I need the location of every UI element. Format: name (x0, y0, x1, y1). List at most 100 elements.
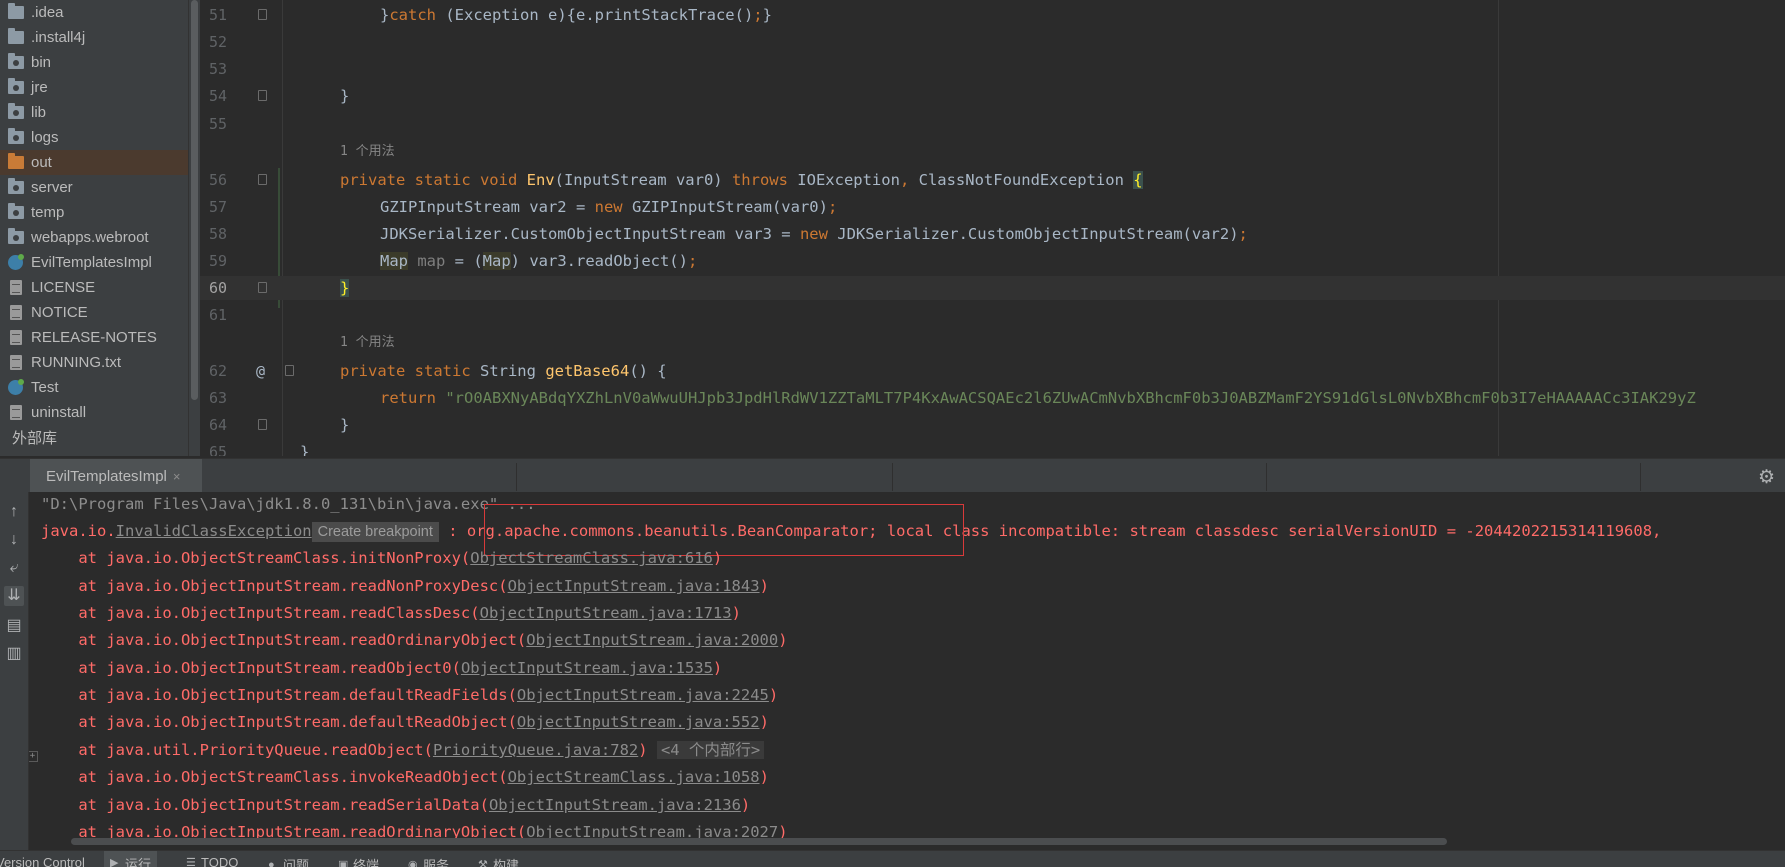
tree-scrollbar[interactable] (188, 0, 200, 456)
tree-item-jre[interactable]: jre (0, 75, 188, 100)
folder-icon (8, 231, 24, 244)
scroll-down-icon[interactable]: ↓ (4, 530, 24, 550)
scroll-up-icon[interactable]: ↑ (4, 502, 24, 522)
source-link[interactable]: ObjectInputStream.java:2245 (517, 686, 769, 704)
tree-item-temp[interactable]: temp (0, 200, 188, 225)
tree-item-test[interactable]: Test (0, 375, 188, 400)
tree-item-idea[interactable]: .idea (0, 0, 188, 25)
console-horizontal-scrollbar[interactable] (71, 838, 1447, 845)
fold-icon[interactable] (258, 282, 267, 293)
tab-run-eviltemplatesimpl[interactable]: EvilTemplatesImpl × (30, 459, 202, 493)
tool-problems[interactable]: ●问题 (268, 855, 309, 867)
stack-frame: at java.io.ObjectStreamClass.invokeReadO… (41, 764, 769, 791)
folder-icon (8, 81, 24, 94)
tool-label: 问题 (283, 855, 309, 867)
source-link[interactable]: ObjectStreamClass.java:1058 (508, 768, 760, 786)
tool-window-bar: Version Control ▶运行 ☰TODO ●问题 ▣终端 ◉服务 ⚒构… (0, 850, 1785, 867)
code-token: map (417, 252, 445, 270)
source-link[interactable]: ObjectInputStream.java:2000 (526, 631, 778, 649)
trash-icon[interactable]: ▥ (4, 644, 24, 664)
frame-text: at java.io.ObjectStreamClass.invokeReadO… (41, 768, 508, 786)
code-line[interactable]: 55 (200, 112, 1785, 136)
code-line[interactable]: 51 }catch (Exception e){e.printStackTrac… (200, 3, 1785, 27)
code-line[interactable]: 64 } (200, 413, 1785, 437)
source-link[interactable]: ObjectInputStream.java:1713 (480, 604, 732, 622)
usage-hint-line[interactable]: 1 个用法 (200, 331, 1785, 355)
expand-icon[interactable]: + (29, 751, 38, 762)
create-breakpoint-tooltip[interactable]: Create breakpoint (312, 522, 439, 542)
code-line[interactable]: 54 } (200, 84, 1785, 108)
code-token: getBase64 (545, 362, 629, 380)
tree-item-out[interactable]: out (0, 150, 188, 175)
usage-hint-line[interactable]: 1 个用法 (200, 140, 1785, 164)
frame-text: at java.io.ObjectStreamClass.initNonProx… (41, 549, 470, 567)
tree-item-external-libraries[interactable]: 外部库 (0, 425, 188, 450)
code-line-current[interactable]: 60 } (200, 276, 1785, 300)
tree-item-notice[interactable]: NOTICE (0, 300, 188, 325)
source-link[interactable]: PriorityQueue.java:782 (433, 741, 638, 759)
tree-item-eviltemplatesimpl[interactable]: EvilTemplatesImpl (0, 250, 188, 275)
code-line[interactable]: 53 (200, 57, 1785, 81)
fold-icon[interactable] (258, 174, 267, 185)
code-line[interactable]: 61 (200, 303, 1785, 327)
tree-item-webapps-webroot[interactable]: webapps.webroot (0, 225, 188, 250)
close-icon[interactable]: × (173, 469, 181, 484)
tool-label: 运行 (125, 854, 151, 867)
tree-item-release-notes[interactable]: RELEASE-NOTES (0, 325, 188, 350)
line-number: 54 (200, 84, 227, 108)
code-token (408, 252, 417, 270)
print-icon[interactable]: ▤ (4, 616, 24, 636)
code-line[interactable]: 56 private static void Env(InputStream v… (200, 168, 1785, 192)
divider (516, 463, 517, 491)
fold-icon[interactable] (285, 365, 294, 376)
source-link[interactable]: ObjectInputStream.java:552 (517, 713, 760, 731)
exception-class-link[interactable]: InvalidClassException (116, 522, 312, 540)
source-link[interactable]: ObjectStreamClass.java:616 (470, 549, 713, 567)
tree-item-license[interactable]: LICENSE (0, 275, 188, 300)
override-marker-icon[interactable]: @ (256, 359, 265, 383)
tool-run[interactable]: ▶运行 (104, 851, 157, 867)
tree-item-uninstall[interactable]: uninstall (0, 400, 188, 425)
tree-item-install4j[interactable]: .install4j (0, 25, 188, 50)
tree-scrollbar-thumb[interactable] (191, 0, 198, 400)
fold-icon[interactable] (258, 9, 267, 20)
code-line[interactable]: 65 } (200, 440, 1785, 456)
line-number: 57 (200, 195, 227, 219)
usage-hint[interactable]: 1 个用法 (340, 140, 395, 164)
tree-item-label: 外部库 (12, 427, 57, 448)
collapsed-internal-lines[interactable]: <4 个内部行> (657, 741, 764, 759)
gear-icon[interactable]: ⚙ (1758, 466, 1775, 489)
source-link[interactable]: ObjectInputStream.java:1535 (461, 659, 713, 677)
code-editor[interactable]: 51 }catch (Exception e){e.printStackTrac… (200, 0, 1785, 456)
tool-todo[interactable]: ☰TODO (186, 855, 238, 867)
console-output[interactable]: "D:\Program Files\Java\jdk1.8.0_131\bin\… (29, 492, 1785, 850)
tool-terminal[interactable]: ▣终端 (338, 855, 379, 867)
source-link[interactable]: ObjectInputStream.java:2136 (489, 796, 741, 814)
tool-build[interactable]: ⚒构建 (478, 855, 519, 867)
tree-item-lib[interactable]: lib (0, 100, 188, 125)
code-token: } (300, 440, 309, 456)
code-line[interactable]: 57 GZIPInputStream var2 = new GZIPInputS… (200, 195, 1785, 219)
code-line[interactable]: 52 (200, 30, 1785, 54)
scroll-to-end-icon[interactable]: ⇊ (4, 586, 24, 606)
tool-version-control[interactable]: Version Control (0, 855, 85, 867)
code-line[interactable]: 62 @ private static String getBase64() { (200, 359, 1785, 383)
matched-brace: { (1133, 171, 1142, 189)
usage-hint[interactable]: 1 个用法 (340, 331, 395, 355)
run-panel-header: EvilTemplatesImpl × ⚙ (0, 458, 1785, 493)
frame-text: ) (732, 604, 741, 622)
tree-item-bin[interactable]: bin (0, 50, 188, 75)
code-line[interactable]: 59 Map map = (Map) var3.readObject(); (200, 249, 1785, 273)
code-line[interactable]: 63 return "rO0ABXNyABdqYXZhLnV0aWwuUHJpb… (200, 386, 1785, 410)
matched-brace: } (340, 279, 349, 297)
source-link[interactable]: ObjectInputStream.java:1843 (508, 577, 760, 595)
tool-services[interactable]: ◉服务 (408, 855, 449, 867)
frame-text: at java.io.ObjectInputStream.readClassDe… (41, 604, 480, 622)
code-line[interactable]: 58 JDKSerializer.CustomObjectInputStream… (200, 222, 1785, 246)
fold-icon[interactable] (258, 90, 267, 101)
tree-item-logs[interactable]: logs (0, 125, 188, 150)
tree-item-running-txt[interactable]: RUNNING.txt (0, 350, 188, 375)
soft-wrap-icon[interactable]: ⤶ (4, 558, 24, 578)
tree-item-server[interactable]: server (0, 175, 188, 200)
fold-icon[interactable] (258, 419, 267, 430)
